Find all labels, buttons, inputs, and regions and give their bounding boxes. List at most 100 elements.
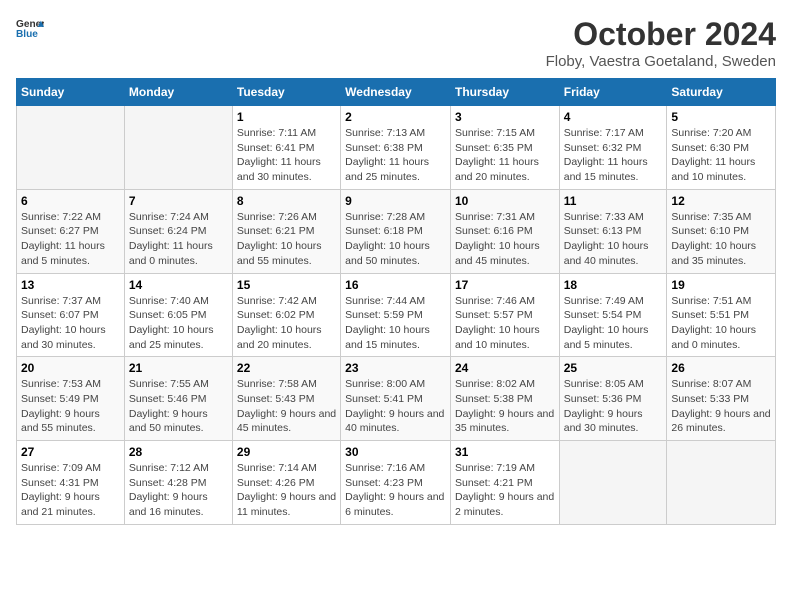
day-number: 28	[129, 445, 228, 459]
day-info: Sunrise: 7:16 AMSunset: 4:23 PMDaylight:…	[345, 462, 444, 518]
day-number: 13	[21, 278, 120, 292]
calendar-cell	[17, 106, 125, 190]
svg-text:Blue: Blue	[16, 29, 38, 40]
day-info: Sunrise: 8:02 AMSunset: 5:38 PMDaylight:…	[455, 378, 554, 434]
logo: General Blue	[16, 16, 44, 44]
weekday-header: Thursday	[450, 79, 559, 106]
day-info: Sunrise: 7:53 AMSunset: 5:49 PMDaylight:…	[21, 378, 101, 434]
day-number: 8	[237, 194, 336, 208]
calendar-cell: 8 Sunrise: 7:26 AMSunset: 6:21 PMDaylight…	[232, 189, 340, 273]
calendar-cell: 18 Sunrise: 7:49 AMSunset: 5:54 PMDayligh…	[559, 273, 667, 357]
calendar-cell: 15 Sunrise: 7:42 AMSunset: 6:02 PMDayligh…	[232, 273, 340, 357]
page-subtitle: Floby, Vaestra Goetaland, Sweden	[546, 53, 776, 70]
calendar-week-row: 20 Sunrise: 7:53 AMSunset: 5:49 PMDayligh…	[17, 357, 776, 441]
day-number: 3	[455, 110, 555, 124]
day-number: 11	[564, 194, 663, 208]
day-number: 15	[237, 278, 336, 292]
calendar-cell: 13Sunrise: 7:37 AMSunset: 6:07 PMDayligh…	[17, 273, 125, 357]
day-number: 30	[345, 445, 446, 459]
calendar-cell: 1 Sunrise: 7:11 AMSunset: 6:41 PMDaylight…	[232, 106, 340, 190]
calendar-cell: 28Sunrise: 7:12 AMSunset: 4:28 PMDayligh…	[124, 441, 232, 525]
calendar-cell: 29Sunrise: 7:14 AMSunset: 4:26 PMDayligh…	[232, 441, 340, 525]
day-number: 10	[455, 194, 555, 208]
day-number: 12	[671, 194, 771, 208]
day-info: Sunrise: 7:09 AMSunset: 4:31 PMDaylight:…	[21, 462, 101, 518]
calendar-cell: 7Sunrise: 7:24 AMSunset: 6:24 PMDaylight…	[124, 189, 232, 273]
day-number: 21	[129, 361, 228, 375]
calendar-week-row: 1 Sunrise: 7:11 AMSunset: 6:41 PMDaylight…	[17, 106, 776, 190]
day-info: Sunrise: 7:31 AMSunset: 6:16 PMDaylight:…	[455, 211, 540, 267]
calendar-cell	[559, 441, 667, 525]
day-number: 1	[237, 110, 336, 124]
calendar-cell: 19 Sunrise: 7:51 AMSunset: 5:51 PMDayligh…	[667, 273, 776, 357]
calendar-cell: 5 Sunrise: 7:20 AMSunset: 6:30 PMDaylight…	[667, 106, 776, 190]
day-info: Sunrise: 7:35 AMSunset: 6:10 PMDaylight:…	[671, 211, 756, 267]
calendar-cell: 14Sunrise: 7:40 AMSunset: 6:05 PMDayligh…	[124, 273, 232, 357]
day-info: Sunrise: 7:20 AMSunset: 6:30 PMDaylight:…	[671, 127, 755, 183]
weekday-header: Wednesday	[341, 79, 451, 106]
title-area: October 2024 Floby, Vaestra Goetaland, S…	[546, 16, 776, 70]
day-info: Sunrise: 7:24 AMSunset: 6:24 PMDaylight:…	[129, 211, 213, 267]
calendar-cell	[667, 441, 776, 525]
calendar-cell: 17 Sunrise: 7:46 AMSunset: 5:57 PMDayligh…	[450, 273, 559, 357]
calendar-cell: 23 Sunrise: 8:00 AMSunset: 5:41 PMDayligh…	[341, 357, 451, 441]
day-info: Sunrise: 7:15 AMSunset: 6:35 PMDaylight:…	[455, 127, 539, 183]
day-info: Sunrise: 7:17 AMSunset: 6:32 PMDaylight:…	[564, 127, 648, 183]
calendar-cell: 11 Sunrise: 7:33 AMSunset: 6:13 PMDayligh…	[559, 189, 667, 273]
day-number: 29	[237, 445, 336, 459]
day-info: Sunrise: 7:33 AMSunset: 6:13 PMDaylight:…	[564, 211, 649, 267]
day-info: Sunrise: 8:00 AMSunset: 5:41 PMDaylight:…	[345, 378, 444, 434]
calendar-cell: 10 Sunrise: 7:31 AMSunset: 6:16 PMDayligh…	[450, 189, 559, 273]
calendar-cell: 3 Sunrise: 7:15 AMSunset: 6:35 PMDaylight…	[450, 106, 559, 190]
calendar-cell: 25Sunrise: 8:05 AMSunset: 5:36 PMDayligh…	[559, 357, 667, 441]
page-header: General Blue October 2024 Floby, Vaestra…	[16, 16, 776, 70]
calendar-cell: 2 Sunrise: 7:13 AMSunset: 6:38 PMDaylight…	[341, 106, 451, 190]
calendar-cell: 9Sunrise: 7:28 AMSunset: 6:18 PMDaylight…	[341, 189, 451, 273]
day-info: Sunrise: 7:22 AMSunset: 6:27 PMDaylight:…	[21, 211, 105, 267]
weekday-header: Saturday	[667, 79, 776, 106]
day-info: Sunrise: 7:49 AMSunset: 5:54 PMDaylight:…	[564, 295, 649, 351]
day-info: Sunrise: 8:07 AMSunset: 5:33 PMDaylight:…	[671, 378, 770, 434]
day-number: 17	[455, 278, 555, 292]
weekday-header: Friday	[559, 79, 667, 106]
calendar-cell: 31Sunrise: 7:19 AMSunset: 4:21 PMDayligh…	[450, 441, 559, 525]
day-info: Sunrise: 7:46 AMSunset: 5:57 PMDaylight:…	[455, 295, 540, 351]
weekday-header: Tuesday	[232, 79, 340, 106]
calendar-cell: 4 Sunrise: 7:17 AMSunset: 6:32 PMDaylight…	[559, 106, 667, 190]
day-info: Sunrise: 7:19 AMSunset: 4:21 PMDaylight:…	[455, 462, 554, 518]
page-title: October 2024	[546, 16, 776, 53]
day-number: 16	[345, 278, 446, 292]
day-number: 5	[671, 110, 771, 124]
day-number: 19	[671, 278, 771, 292]
day-number: 18	[564, 278, 663, 292]
day-info: Sunrise: 7:28 AMSunset: 6:18 PMDaylight:…	[345, 211, 430, 267]
day-number: 6	[21, 194, 120, 208]
day-info: Sunrise: 8:05 AMSunset: 5:36 PMDaylight:…	[564, 378, 644, 434]
day-info: Sunrise: 7:26 AMSunset: 6:21 PMDaylight:…	[237, 211, 322, 267]
day-number: 2	[345, 110, 446, 124]
day-info: Sunrise: 7:40 AMSunset: 6:05 PMDaylight:…	[129, 295, 214, 351]
day-info: Sunrise: 7:42 AMSunset: 6:02 PMDaylight:…	[237, 295, 322, 351]
day-info: Sunrise: 7:58 AMSunset: 5:43 PMDaylight:…	[237, 378, 336, 434]
calendar-cell: 24 Sunrise: 8:02 AMSunset: 5:38 PMDayligh…	[450, 357, 559, 441]
day-info: Sunrise: 7:13 AMSunset: 6:38 PMDaylight:…	[345, 127, 429, 183]
day-info: Sunrise: 7:51 AMSunset: 5:51 PMDaylight:…	[671, 295, 756, 351]
calendar-cell: 22 Sunrise: 7:58 AMSunset: 5:43 PMDayligh…	[232, 357, 340, 441]
calendar-cell: 27 Sunrise: 7:09 AMSunset: 4:31 PMDayligh…	[17, 441, 125, 525]
calendar-cell: 26 Sunrise: 8:07 AMSunset: 5:33 PMDayligh…	[667, 357, 776, 441]
weekday-header-row: SundayMondayTuesdayWednesdayThursdayFrid…	[17, 79, 776, 106]
calendar-cell: 6 Sunrise: 7:22 AMSunset: 6:27 PMDaylight…	[17, 189, 125, 273]
day-number: 24	[455, 361, 555, 375]
calendar-week-row: 27 Sunrise: 7:09 AMSunset: 4:31 PMDayligh…	[17, 441, 776, 525]
day-number: 4	[564, 110, 663, 124]
calendar-cell: 12 Sunrise: 7:35 AMSunset: 6:10 PMDayligh…	[667, 189, 776, 273]
calendar-week-row: 13Sunrise: 7:37 AMSunset: 6:07 PMDayligh…	[17, 273, 776, 357]
day-info: Sunrise: 7:55 AMSunset: 5:46 PMDaylight:…	[129, 378, 209, 434]
day-number: 22	[237, 361, 336, 375]
day-number: 26	[671, 361, 771, 375]
day-number: 27	[21, 445, 120, 459]
day-number: 23	[345, 361, 446, 375]
day-number: 20	[21, 361, 120, 375]
day-info: Sunrise: 7:11 AMSunset: 6:41 PMDaylight:…	[237, 127, 321, 183]
calendar-cell: 20 Sunrise: 7:53 AMSunset: 5:49 PMDayligh…	[17, 357, 125, 441]
